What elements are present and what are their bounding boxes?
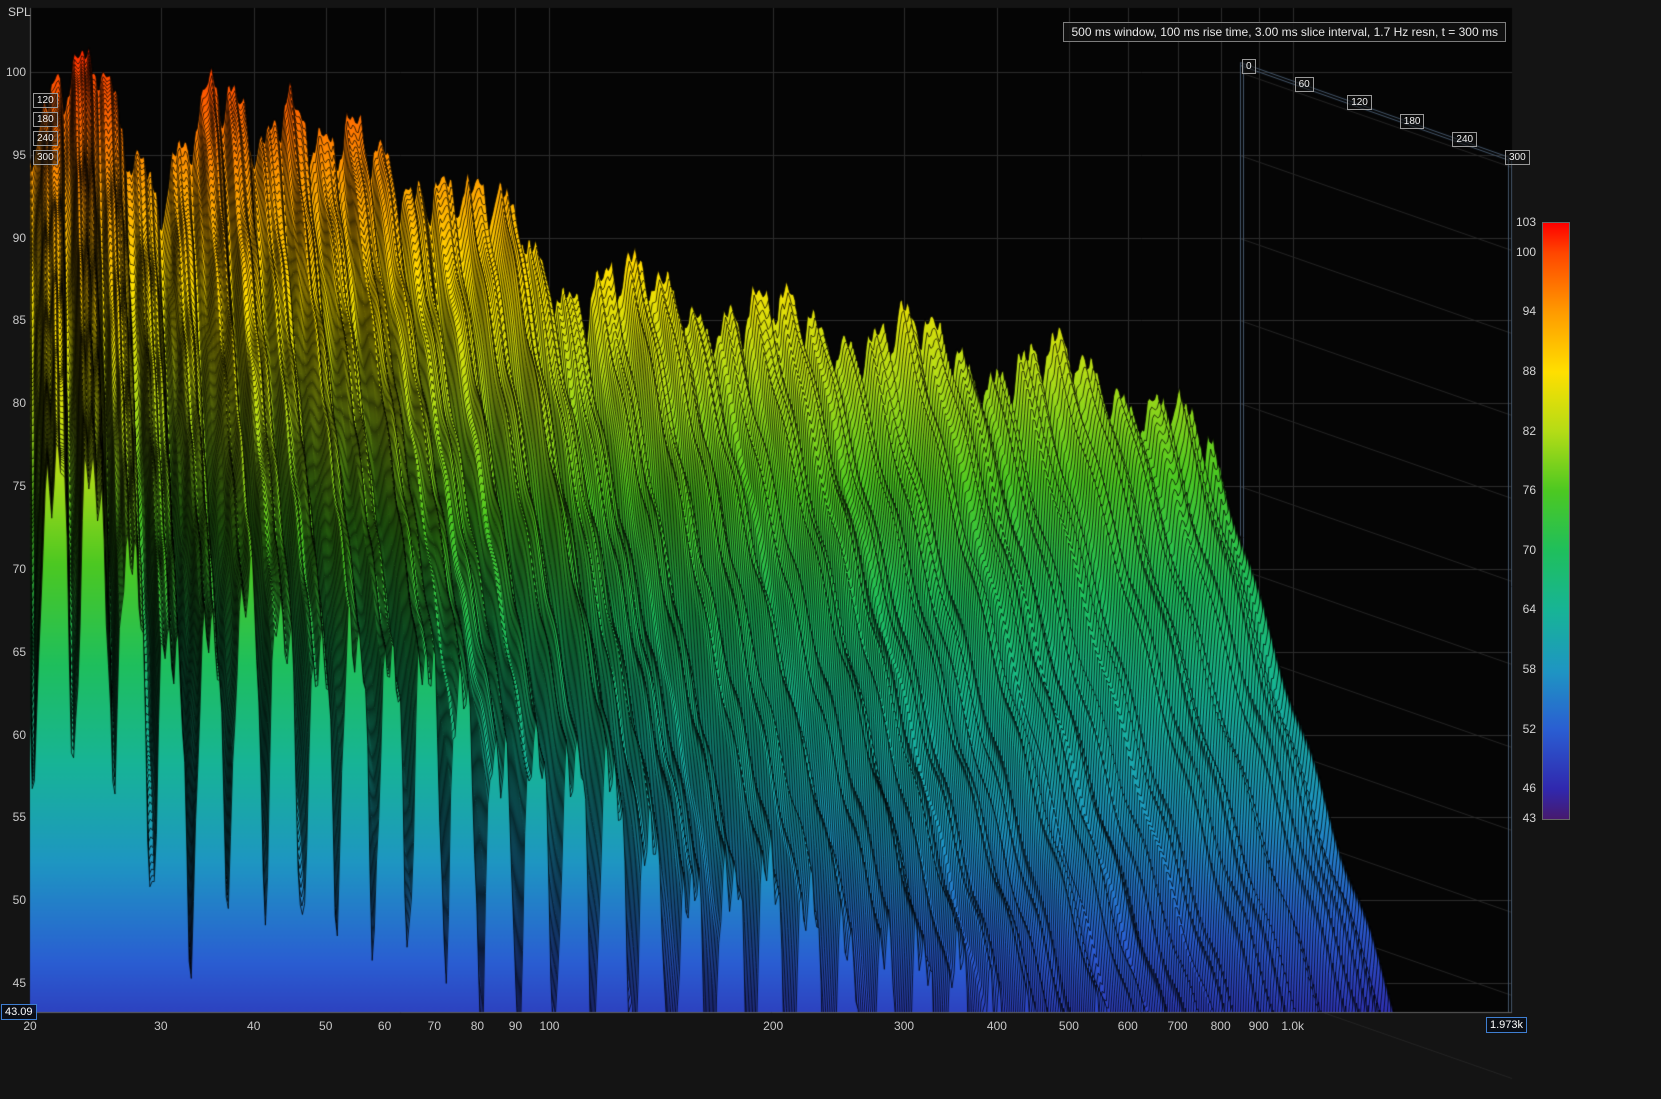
legend-tick-label: 100: [1496, 245, 1536, 259]
spl-bottom-readout: 43.09: [1, 1004, 37, 1020]
time-tick-label-right: 180: [1400, 114, 1425, 129]
freq-tick-label: 400: [979, 1019, 1015, 1033]
freq-tick-label: 20: [12, 1019, 48, 1033]
freq-tick-label: 500: [1051, 1019, 1087, 1033]
legend-tick-label: 52: [1496, 722, 1536, 736]
legend-tick-label: 82: [1496, 424, 1536, 438]
freq-tick-label: 700: [1160, 1019, 1196, 1033]
legend-tick-label: 103: [1496, 215, 1536, 229]
spl-tick-label: 80: [0, 396, 26, 410]
freq-tick-label: 800: [1203, 1019, 1239, 1033]
freq-tick-label: 100: [531, 1019, 567, 1033]
legend-tick-label: 43: [1496, 811, 1536, 825]
freq-tick-label: 40: [236, 1019, 272, 1033]
time-tick-label-right: 120: [1347, 95, 1372, 110]
time-tick-label-right: 60: [1295, 77, 1314, 92]
time-tick-label-right: 0: [1242, 59, 1256, 74]
time-tick-label-right: 300: [1505, 150, 1530, 165]
spl-tick-label: 90: [0, 231, 26, 245]
rew-waterfall-window: SPL 500 ms window, 100 ms rise time, 3.0…: [0, 0, 1661, 1099]
spl-tick-label: 75: [0, 479, 26, 493]
freq-tick-label: 80: [459, 1019, 495, 1033]
spl-tick-label: 95: [0, 148, 26, 162]
spl-tick-label: 70: [0, 562, 26, 576]
freq-tick-label: 50: [308, 1019, 344, 1033]
legend-tick-label: 88: [1496, 364, 1536, 378]
time-tick-label-left: 300: [33, 150, 58, 165]
measurement-info-annotation: 500 ms window, 100 ms rise time, 3.00 ms…: [1063, 22, 1506, 42]
spl-tick-label: 100: [0, 65, 26, 79]
freq-right-readout: 1.973k: [1486, 1017, 1527, 1033]
legend-tick-label: 94: [1496, 304, 1536, 318]
waterfall-plot-canvas[interactable]: [0, 0, 1661, 1099]
freq-tick-label: 90: [497, 1019, 533, 1033]
spl-tick-label: 60: [0, 728, 26, 742]
legend-tick-label: 64: [1496, 602, 1536, 616]
freq-tick-label: 600: [1110, 1019, 1146, 1033]
legend-tick-label: 76: [1496, 483, 1536, 497]
time-tick-label-right: 240: [1452, 132, 1477, 147]
freq-tick-label: 200: [755, 1019, 791, 1033]
spl-tick-label: 55: [0, 810, 26, 824]
spl-tick-label: 50: [0, 893, 26, 907]
time-tick-label-left: 120: [33, 93, 58, 108]
spl-tick-label: 45: [0, 976, 26, 990]
legend-tick-label: 46: [1496, 781, 1536, 795]
freq-tick-label: 300: [886, 1019, 922, 1033]
legend-tick-label: 70: [1496, 543, 1536, 557]
freq-tick-label: 900: [1241, 1019, 1277, 1033]
freq-tick-label: 30: [143, 1019, 179, 1033]
time-tick-label-left: 180: [33, 112, 58, 127]
freq-tick-label: 1.0k: [1275, 1019, 1311, 1033]
time-tick-label-left: 240: [33, 131, 58, 146]
legend-colorbar: [1542, 222, 1570, 820]
spl-tick-label: 85: [0, 313, 26, 327]
legend-tick-label: 58: [1496, 662, 1536, 676]
freq-tick-label: 60: [367, 1019, 403, 1033]
freq-tick-label: 70: [416, 1019, 452, 1033]
spl-axis-title: SPL: [8, 5, 31, 19]
spl-tick-label: 65: [0, 645, 26, 659]
